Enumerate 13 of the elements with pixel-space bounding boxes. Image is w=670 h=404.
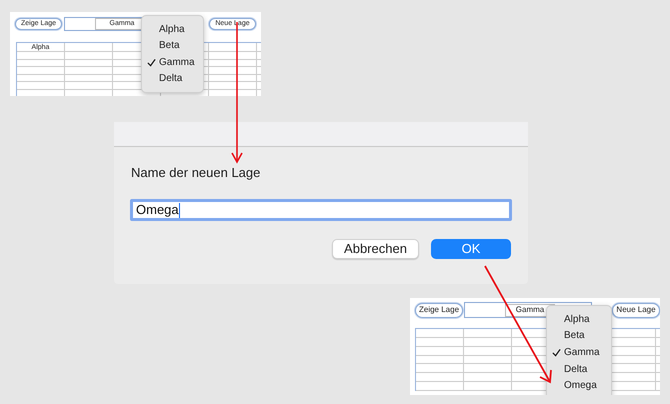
new-layer-button[interactable]: Neue Lage — [612, 302, 660, 318]
menu-item[interactable]: Omega — [547, 377, 611, 394]
menu-item[interactable]: Delta — [547, 360, 611, 378]
menu-item[interactable]: Gamma — [547, 344, 611, 361]
cancel-button[interactable]: Abbrechen — [332, 239, 419, 259]
menu-item[interactable]: Delta — [142, 70, 203, 87]
ok-button[interactable]: OK — [431, 239, 511, 259]
name-input-field[interactable]: Omega — [130, 199, 512, 221]
menu-item[interactable]: Beta — [142, 38, 203, 54]
prompt-label: Name der neuen Lage — [131, 166, 262, 179]
menu-item[interactable]: Beta — [547, 328, 611, 344]
show-layer-button[interactable]: Zeige Lage — [415, 302, 463, 318]
menu-item[interactable]: Gamma — [142, 54, 203, 70]
